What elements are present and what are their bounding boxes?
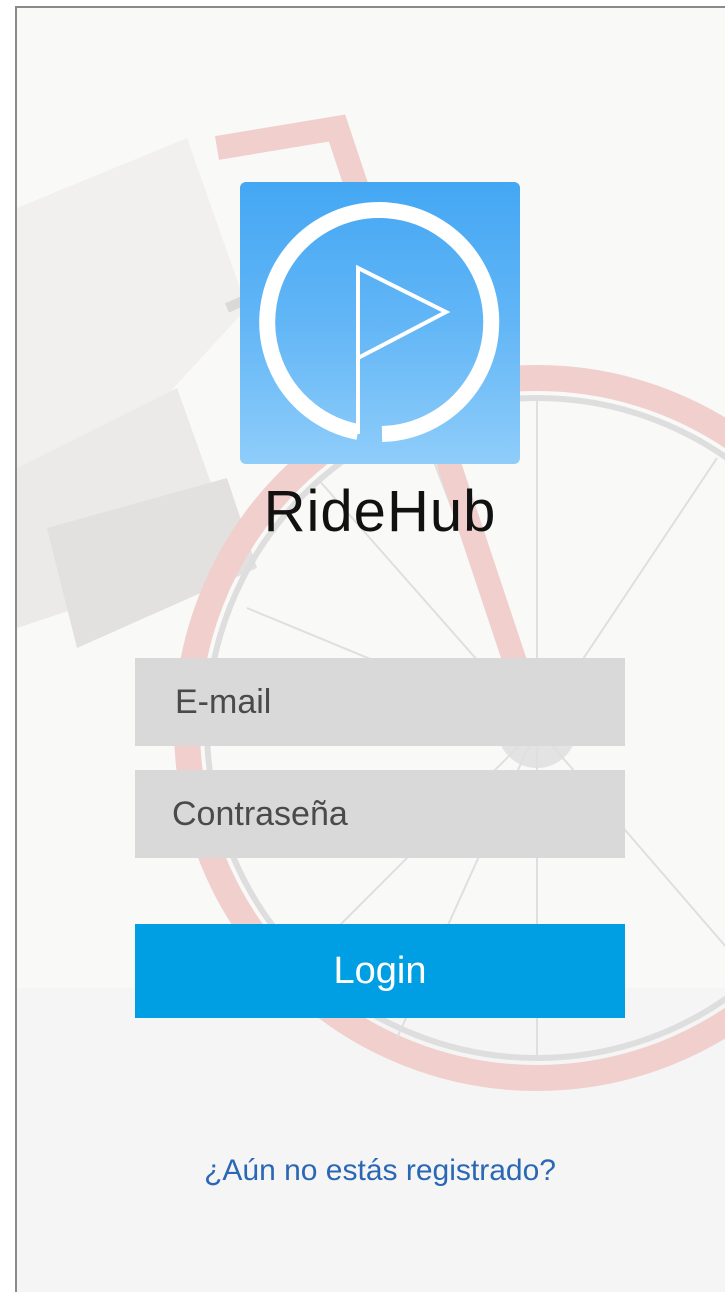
app-title: RideHub [263, 479, 497, 544]
email-field[interactable] [135, 658, 625, 746]
app-logo [240, 182, 520, 464]
login-button[interactable]: Login [135, 924, 625, 1018]
password-field[interactable] [135, 770, 625, 858]
login-screen: RideHub Login ¿Aún no estás registrado? [15, 6, 725, 1292]
flag-in-circle-icon [259, 202, 500, 442]
register-link[interactable]: ¿Aún no estás registrado? [117, 1154, 643, 1188]
